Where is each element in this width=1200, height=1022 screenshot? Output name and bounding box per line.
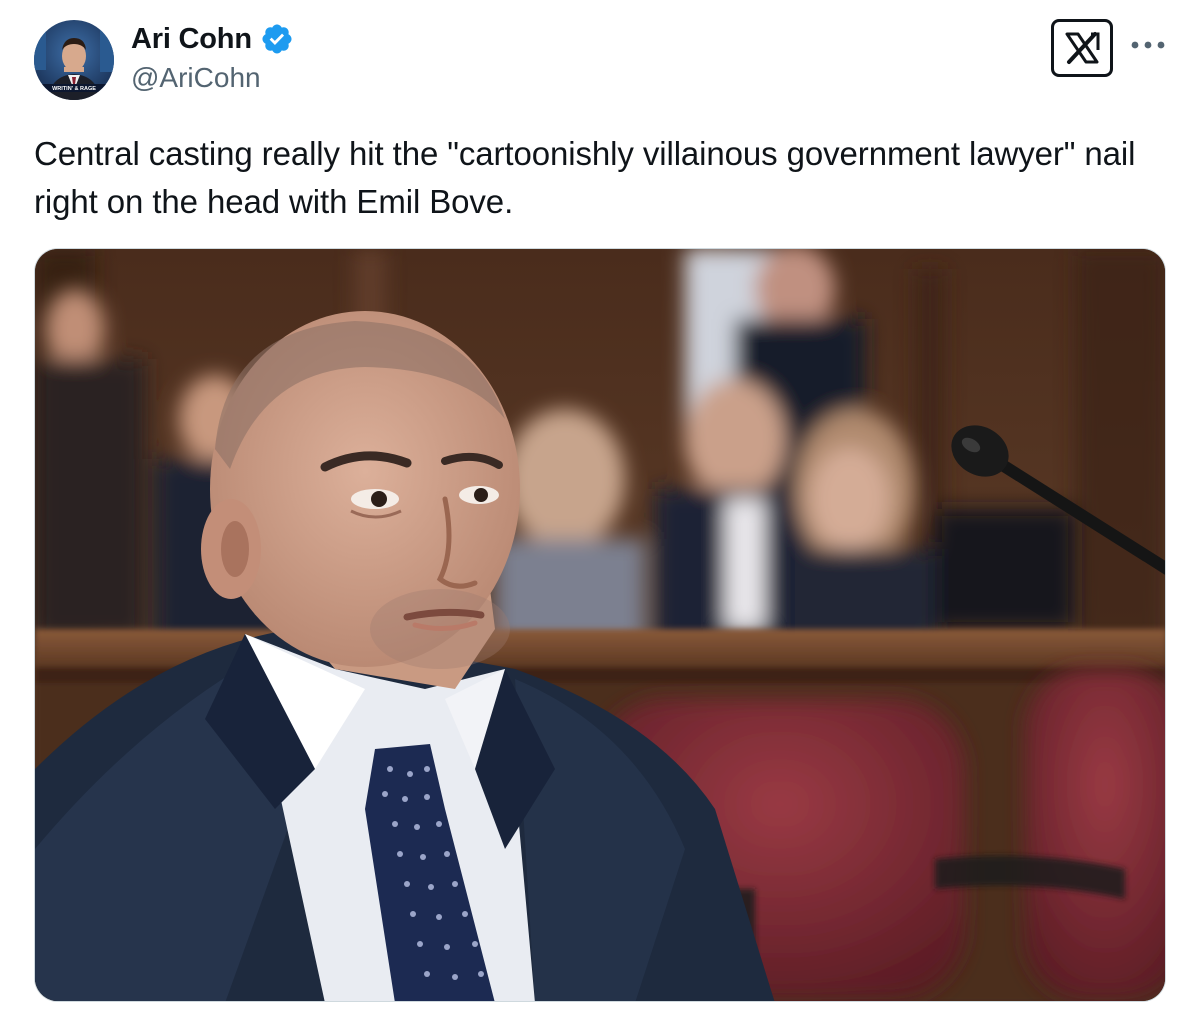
x-logo-icon[interactable] [1051,19,1113,77]
verified-badge-icon [262,24,292,54]
tweet-media[interactable] [34,248,1166,1002]
handle[interactable]: @AriCohn [131,62,261,94]
profile-photo: WRITIN' & RAGE [34,20,114,100]
avatar[interactable]: WRITIN' & RAGE [34,20,114,100]
ellipsis-glyph [1131,41,1165,49]
courtroom-photo [35,249,1165,1001]
x-glyph [1065,32,1100,64]
tweet-card: WRITIN' & RAGE Ari Cohn @AriCohn Central… [0,0,1200,1022]
tweet-text: Central casting really hit the "cartooni… [34,135,1136,220]
more-options-icon[interactable] [1128,30,1168,60]
avatar-caption: WRITIN' & RAGE [52,86,96,92]
author-name-row[interactable]: Ari Cohn [131,22,294,56]
display-name[interactable]: Ari Cohn [131,23,252,56]
